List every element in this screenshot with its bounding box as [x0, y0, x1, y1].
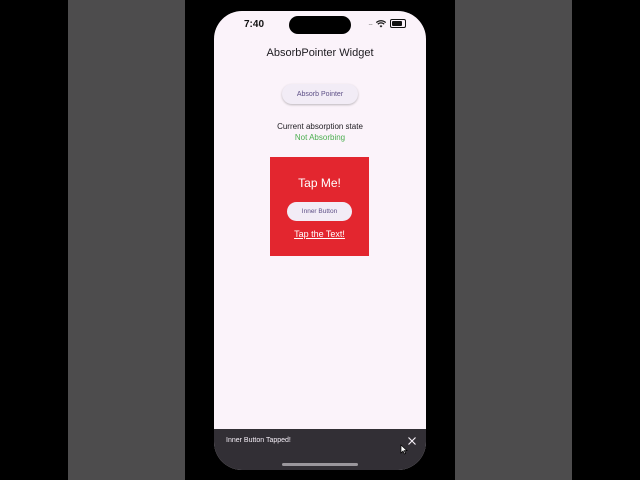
dynamic-island	[289, 16, 351, 34]
mouse-cursor-icon	[400, 442, 408, 460]
absorption-state-value: Not Absorbing	[294, 133, 346, 142]
absorb-pointer-button[interactable]: Absorb Pointer	[282, 84, 358, 104]
phone-screen: 7:40 .... AbsorbPointer Widget Absorb Po…	[214, 11, 426, 470]
status-time: 7:40	[244, 19, 265, 30]
tap-target-box[interactable]: Tap Me! Inner Button Tap the Text!	[270, 157, 369, 256]
tap-the-text-link[interactable]: Tap the Text!	[270, 229, 369, 239]
tap-me-label: Tap Me!	[298, 176, 341, 190]
right-backdrop-panel	[455, 0, 572, 480]
wifi-icon	[376, 19, 386, 28]
absorption-state-label: Current absorption state	[277, 122, 363, 131]
left-backdrop-panel	[68, 0, 185, 480]
snackbar-message: Inner Button Tapped!	[226, 437, 291, 444]
home-indicator[interactable]	[282, 463, 358, 466]
status-icons: ....	[368, 19, 406, 28]
page-title: AbsorbPointer Widget	[266, 47, 374, 59]
inner-button[interactable]: Inner Button	[287, 202, 352, 221]
battery-icon	[390, 19, 406, 28]
signal-icon: ....	[368, 20, 373, 27]
